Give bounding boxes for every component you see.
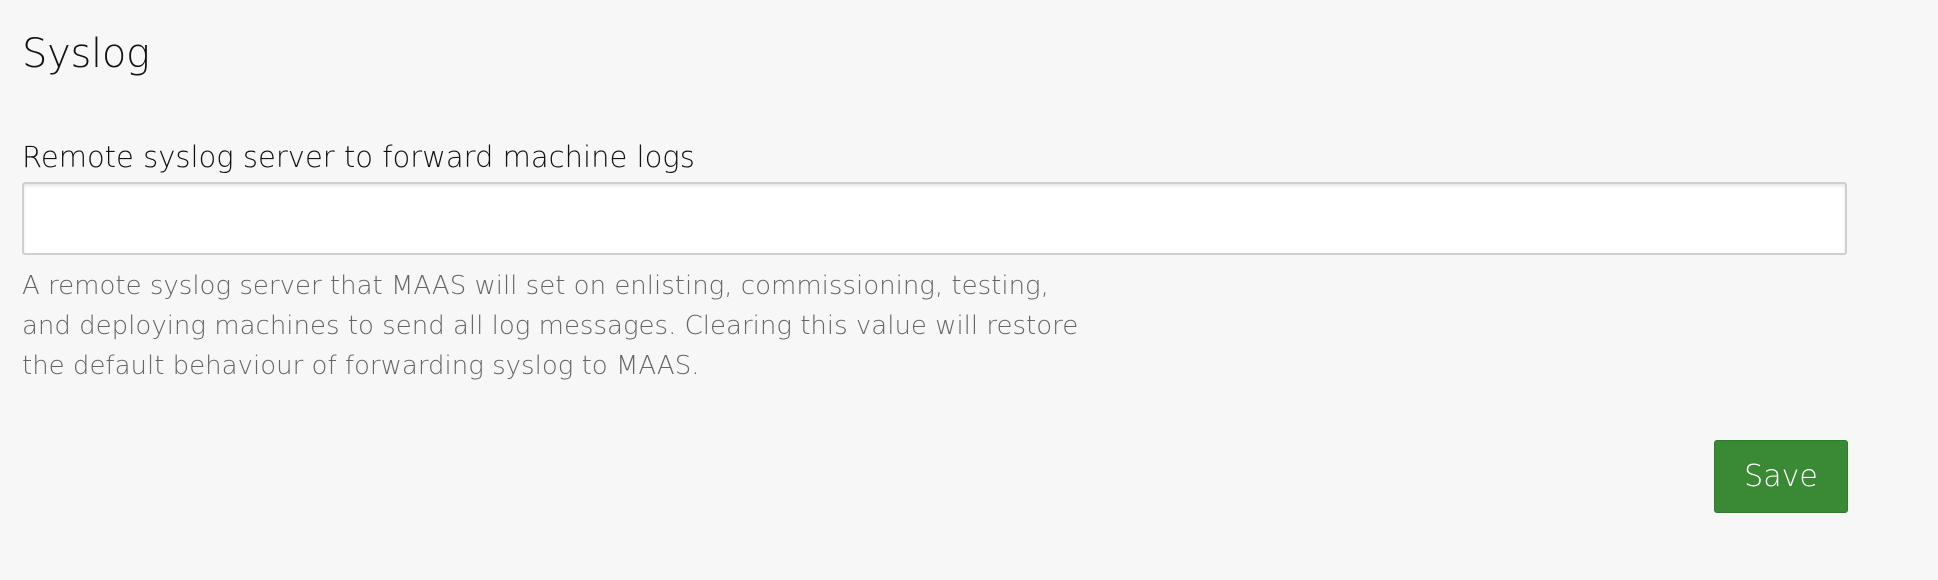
page-title: Syslog [22, 31, 150, 77]
remote-syslog-help-text: A remote syslog server that MAAS will se… [22, 271, 1079, 381]
save-button[interactable]: Save [1714, 440, 1848, 513]
syslog-settings-page: Syslog Remote syslog server to forward m… [0, 0, 1938, 580]
remote-syslog-label: Remote syslog server to forward machine … [22, 140, 695, 174]
remote-syslog-input[interactable] [22, 182, 1847, 255]
